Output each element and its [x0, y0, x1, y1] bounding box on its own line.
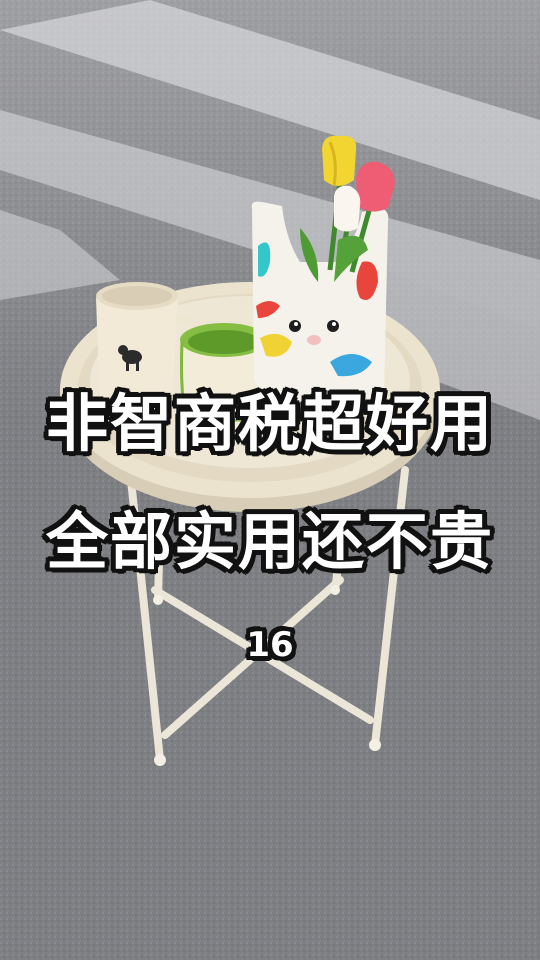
subheadline-caption: 全部实用还不贵: [45, 505, 494, 578]
photo-scene: 非智商税超好用 全部实用还不贵 16: [0, 0, 540, 960]
photo-background: [0, 0, 540, 960]
headline-caption: 非智商税超好用: [45, 387, 494, 460]
item-number: 16: [246, 625, 294, 665]
